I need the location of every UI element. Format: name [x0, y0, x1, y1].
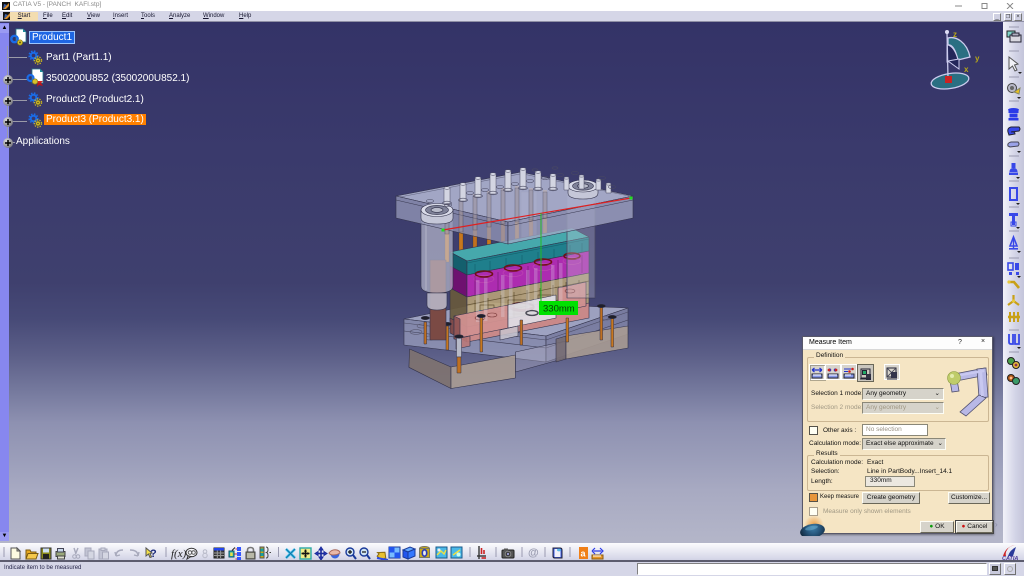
svg-text:y: y	[975, 54, 980, 63]
svg-text:z: z	[953, 30, 957, 39]
svg-text:330mm: 330mm	[543, 304, 575, 315]
svg-text:f(x): f(x)	[171, 548, 187, 560]
svg-text:@: @	[528, 547, 539, 559]
svg-text:?: ?	[150, 548, 157, 560]
svg-text:x: x	[964, 65, 969, 74]
